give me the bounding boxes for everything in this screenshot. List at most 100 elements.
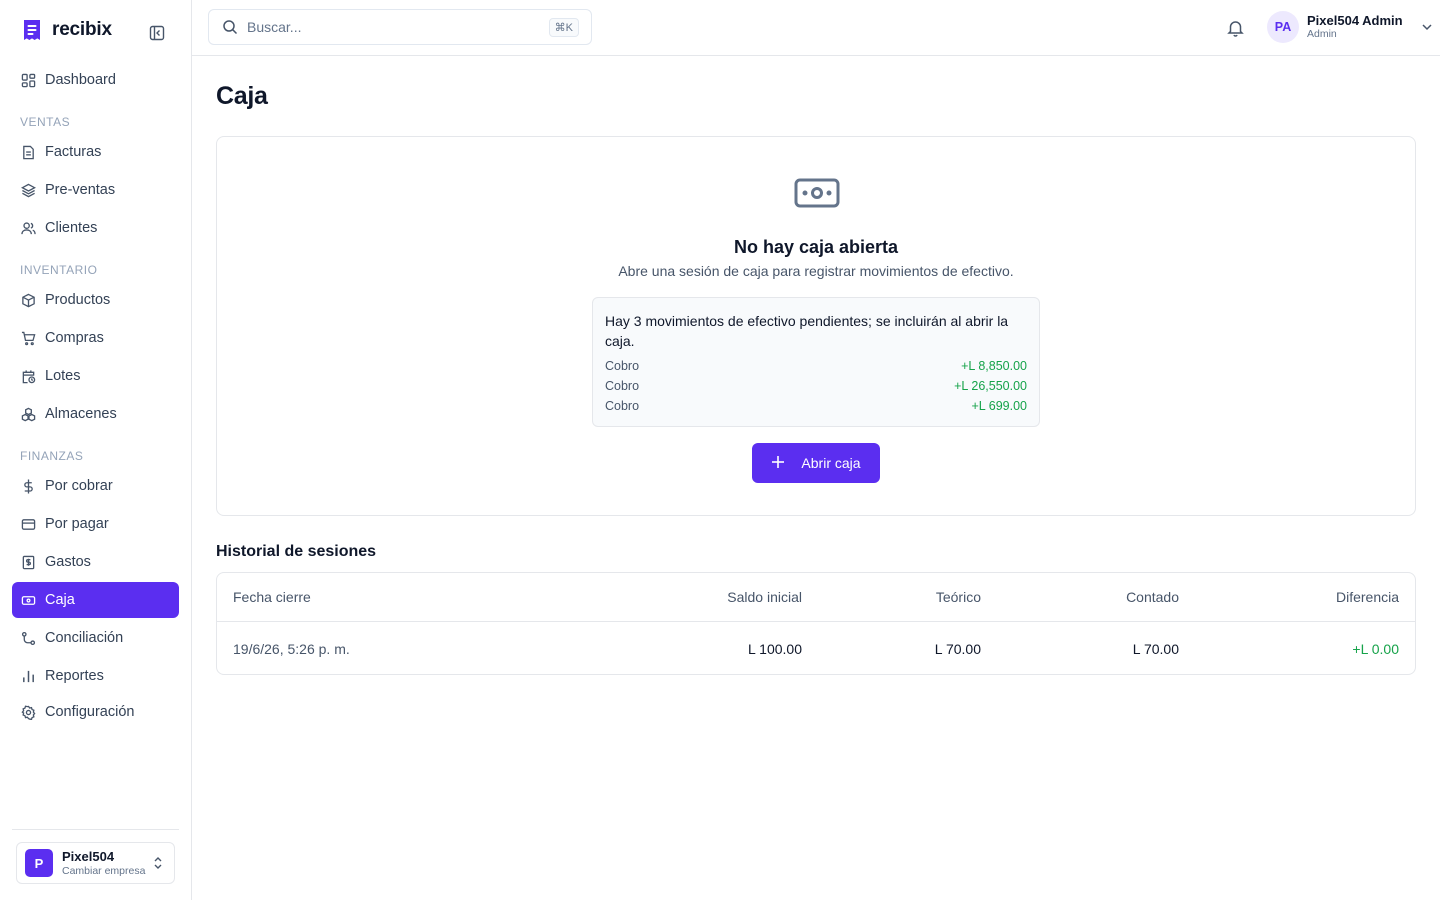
pending-row: Cobro +L 26,550.00 <box>605 376 1027 396</box>
sidebar-item-label: Productos <box>45 292 111 308</box>
sidebar-item-compras[interactable]: Compras <box>12 320 179 356</box>
search-shortcut: ⌘K <box>548 18 579 37</box>
pending-row: Cobro +L 699.00 <box>605 396 1027 416</box>
column-header-teorico: Teórico <box>935 589 981 605</box>
column-header-contado: Contado <box>1126 589 1179 605</box>
sidebar-item-gastos[interactable]: Gastos <box>12 544 179 580</box>
cell-fecha-cierre: 19/6/26, 5:26 p. m. <box>233 640 350 657</box>
sidebar-item-lotes[interactable]: Lotes <box>12 358 179 394</box>
calendar-clock-icon <box>20 368 36 384</box>
table-row[interactable]: 19/6/26, 5:26 p. m. L 100.00 L 70.00 L 7… <box>217 622 1415 675</box>
search-input[interactable] <box>247 19 547 35</box>
sidebar-item-por-pagar[interactable]: Por pagar <box>12 506 179 542</box>
search-icon <box>221 18 239 36</box>
brand[interactable]: recibix <box>22 18 112 42</box>
banknote-icon <box>794 178 840 208</box>
receipt-logo-icon <box>22 18 42 42</box>
brand-name: recibix <box>52 19 112 40</box>
sidebar-collapse-icon[interactable] <box>148 24 166 42</box>
dollar-icon <box>20 478 36 494</box>
user-menu[interactable]: PA Pixel504 Admin Admin <box>1267 11 1433 43</box>
sidebar-item-label: Por cobrar <box>45 478 113 494</box>
sessions-history-table: Fecha cierre Saldo inicial Teórico Conta… <box>216 572 1416 675</box>
layers-icon <box>20 182 36 198</box>
cell-teorico: L 70.00 <box>934 640 981 657</box>
gear-icon <box>20 704 36 720</box>
sidebar-item-label: Por pagar <box>45 516 109 532</box>
bell-icon[interactable] <box>1225 18 1245 38</box>
empty-state-description: Abre una sesión de caja para registrar m… <box>618 263 1014 279</box>
sidebar-item-clientes[interactable]: Clientes <box>12 210 179 246</box>
cart-icon <box>20 330 36 346</box>
sidebar-item-almacenes[interactable]: Almacenes <box>12 396 179 432</box>
pending-movements-title: Hay 3 movimientos de efectivo pendientes… <box>605 313 1009 349</box>
dashboard-icon <box>20 72 36 88</box>
section-label-ventas: VENTAS <box>20 115 71 129</box>
sidebar-item-productos[interactable]: Productos <box>12 282 179 318</box>
pending-row: Cobro +L 8,850.00 <box>605 356 1027 376</box>
company-avatar: P <box>25 849 53 877</box>
sidebar-item-label: Gastos <box>45 554 91 570</box>
empty-state-title: No hay caja abierta <box>733 237 899 257</box>
section-label-finanzas: FINANZAS <box>20 449 84 463</box>
sidebar-item-label: Lotes <box>45 368 81 384</box>
sidebar-item-configuracion[interactable]: Configuración <box>12 694 179 730</box>
receipt-icon <box>20 554 36 570</box>
sidebar-item-por-cobrar[interactable]: Por cobrar <box>12 468 179 504</box>
page-title: Caja <box>216 82 268 110</box>
sidebar-item-label: Dashboard <box>45 72 116 88</box>
bar-chart-icon <box>20 668 36 684</box>
sidebar-item-conciliacion[interactable]: Conciliación <box>12 620 179 656</box>
pending-row-amount: +L 26,550.00 <box>954 379 1027 393</box>
sidebar-item-pre-ventas[interactable]: Pre-ventas <box>12 172 179 208</box>
sidebar-item-caja[interactable]: Caja <box>12 582 179 618</box>
sidebar: recibix Dashboard VENTAS Facturas Pre-ve… <box>0 0 192 900</box>
pending-row-amount: +L 8,850.00 <box>961 359 1027 373</box>
sidebar-item-label: Reportes <box>45 668 104 684</box>
pending-row-amount: +L 699.00 <box>971 399 1028 413</box>
sidebar-item-label: Conciliación <box>45 630 124 646</box>
open-button-label: Abrir caja <box>801 455 861 471</box>
pending-movements-box: Hay 3 movimientos de efectivo pendientes… <box>592 297 1040 427</box>
users-icon <box>20 220 36 236</box>
package-icon <box>20 292 36 308</box>
sidebar-item-label: Compras <box>45 330 104 346</box>
sidebar-item-facturas[interactable]: Facturas <box>12 134 179 170</box>
pending-row-label: Cobro <box>605 399 640 413</box>
sidebar-item-label: Almacenes <box>45 406 117 422</box>
search-box[interactable]: ⌘K <box>208 9 592 45</box>
banknote-icon <box>20 592 36 608</box>
credit-card-icon <box>20 516 36 532</box>
top-bar: ⌘K PA Pixel504 Admin Admin <box>192 0 1440 56</box>
boxes-icon <box>20 406 36 422</box>
cell-saldo-inicial: L 100.00 <box>748 640 802 657</box>
sidebar-item-label: Facturas <box>45 144 102 160</box>
sidebar-item-label: Caja <box>45 592 75 608</box>
pending-row-label: Cobro <box>605 379 640 393</box>
sidebar-item-dashboard[interactable]: Dashboard <box>12 62 179 98</box>
open-cash-register-button[interactable]: Abrir caja <box>752 443 880 483</box>
table-header-row: Fecha cierre Saldo inicial Teórico Conta… <box>217 573 1415 622</box>
column-header-fecha-cierre: Fecha cierre <box>233 589 311 605</box>
company-action: Cambiar empresa <box>62 864 146 877</box>
chevron-down-icon <box>1421 18 1433 36</box>
sidebar-item-label: Clientes <box>45 220 98 236</box>
route-icon <box>20 630 36 646</box>
sidebar-item-label: Configuración <box>45 704 135 720</box>
user-name: Pixel504 Admin <box>1307 12 1403 28</box>
user-role: Admin <box>1307 28 1337 41</box>
column-header-diferencia: Diferencia <box>1335 589 1399 605</box>
avatar: PA <box>1267 11 1299 43</box>
section-label-inventario: INVENTARIO <box>20 263 98 277</box>
pending-row-label: Cobro <box>605 359 640 373</box>
chevrons-up-down-icon <box>152 856 164 875</box>
plus-icon <box>771 455 785 472</box>
company-switcher[interactable]: P Pixel504 Cambiar empresa <box>16 842 175 884</box>
column-header-saldo-inicial: Saldo inicial <box>727 589 802 605</box>
file-text-icon <box>20 144 36 160</box>
company-name: Pixel504 <box>62 848 115 864</box>
history-title: Historial de sesiones <box>216 543 377 560</box>
cell-diferencia: +L 0.00 <box>1352 640 1399 657</box>
sidebar-item-reportes[interactable]: Reportes <box>12 658 179 694</box>
empty-state-card: No hay caja abierta Abre una sesión de c… <box>216 136 1416 516</box>
